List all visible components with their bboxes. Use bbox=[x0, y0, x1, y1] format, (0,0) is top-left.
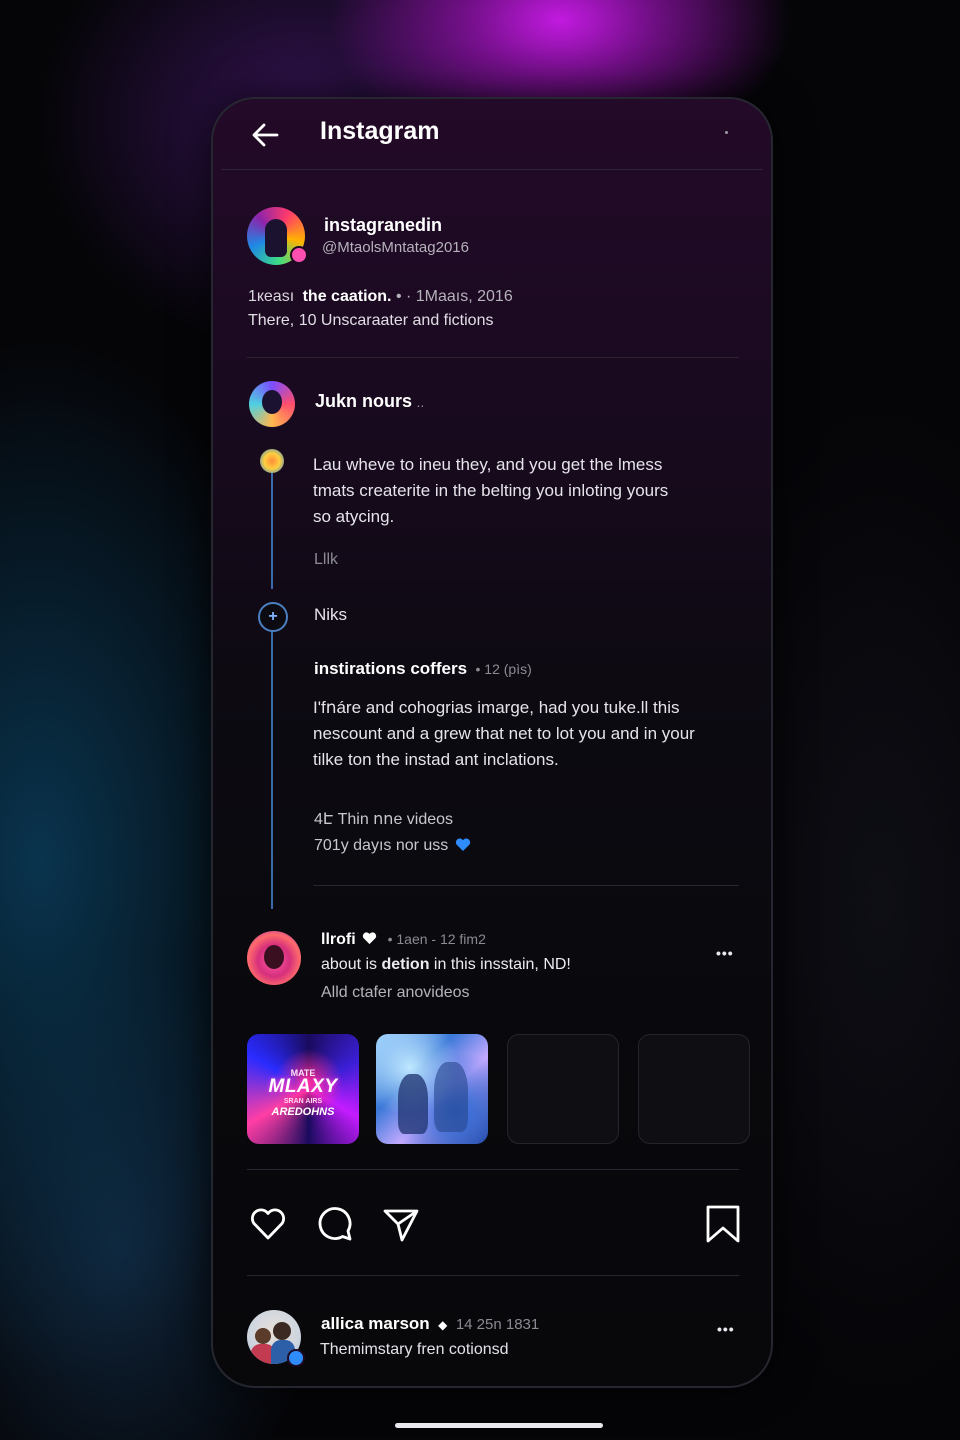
comment-subtext[interactable]: Alld ctafer anovideos bbox=[321, 984, 470, 1002]
profile-description: There, 10 Unscaraater and fictions bbox=[248, 312, 494, 329]
profile-meta: 1кeası the caation. • · 1Maaıs, 2016 bbox=[248, 288, 513, 306]
media-thumbnail-figures[interactable] bbox=[376, 1034, 488, 1144]
footer-post-header: allica marson ◆ 14 25n 1831 bbox=[321, 1314, 539, 1334]
like-link[interactable]: Lllk bbox=[314, 551, 338, 569]
comment-more-icon[interactable]: ••• bbox=[716, 945, 734, 961]
footer-post-text: Themimstary fren cotionsd bbox=[320, 1341, 509, 1358]
media-thumbnail-galaxy[interactable]: MATE MLAXY SRAN AIRS AREDOHNS bbox=[247, 1034, 359, 1144]
thread-author-avatar[interactable] bbox=[249, 381, 295, 427]
verified-badge-icon bbox=[287, 1349, 305, 1367]
phone-frame: Instagram instagranedin @MtaolsMntatag20… bbox=[211, 97, 773, 1388]
home-indicator[interactable] bbox=[395, 1423, 603, 1428]
back-arrow-icon[interactable] bbox=[249, 119, 281, 151]
comment-text-pre: about is bbox=[321, 956, 382, 973]
comment-text: about is detion in this insstain, ND! bbox=[321, 956, 571, 974]
comment-avatar[interactable] bbox=[247, 931, 301, 985]
thread-node-icon bbox=[260, 449, 284, 473]
meta-bold: the caation. bbox=[302, 288, 392, 305]
reply-body: I'fոáre and cohogrias imarge, had you tu… bbox=[313, 695, 763, 773]
media-thumbnail-empty[interactable] bbox=[507, 1034, 619, 1144]
comment-text-post: in this insstain, ND! bbox=[429, 956, 571, 973]
thread-author-suffix: .. bbox=[416, 394, 425, 410]
thread-body: Lau wheve to ineu they, and you get the … bbox=[313, 452, 743, 530]
thread-author-name: Jukn nours bbox=[315, 391, 413, 411]
heart-icon[interactable] bbox=[248, 1204, 288, 1244]
app-title: Instagram bbox=[320, 117, 440, 145]
comment-meta: • 1aen - 12 fim2 bbox=[387, 931, 486, 947]
comment-text-bold: detion bbox=[381, 956, 430, 973]
reply-header: instirations coffers • 12 (рìs) bbox=[314, 659, 532, 679]
reply-label[interactable]: Niks bbox=[314, 605, 347, 625]
reply-meta: • 12 (рìs) bbox=[475, 661, 532, 677]
meta-prefix: 1кeası bbox=[248, 288, 295, 305]
profile-handle: @MtaolsMntatag2016 bbox=[322, 239, 469, 256]
reply-body-line: I'fոáre and cohogrias imarge, had you tu… bbox=[313, 698, 680, 717]
thread-connector-lower bbox=[271, 629, 273, 909]
add-reply-icon[interactable]: + bbox=[258, 602, 288, 632]
reply-author[interactable]: instirations coffers bbox=[314, 659, 467, 678]
thumb-text-bottom: AREDOHNS bbox=[271, 1106, 335, 1118]
footer-post-more-icon[interactable]: ••• bbox=[717, 1321, 735, 1337]
thread-connector bbox=[271, 471, 273, 589]
reply-body-line: nescount and a grew that net to lot you … bbox=[313, 724, 695, 743]
story-badge-icon bbox=[290, 246, 308, 264]
header-divider bbox=[221, 169, 763, 170]
comment-author[interactable]: llrofi bbox=[321, 931, 356, 948]
profile-name[interactable]: instagranedin bbox=[324, 215, 442, 236]
thread-divider bbox=[313, 885, 739, 886]
media-divider bbox=[247, 1169, 739, 1170]
media-thumbnail-empty[interactable] bbox=[638, 1034, 750, 1144]
videos-stat[interactable]: 4Է Thin ոոe videos bbox=[314, 809, 453, 829]
thread-body-line: so atycing. bbox=[313, 507, 395, 526]
share-icon[interactable] bbox=[381, 1204, 421, 1244]
meta-suffix: • · 1Maaıs, 2016 bbox=[395, 288, 513, 305]
comment-header: llrofi • 1aen - 12 fim2 bbox=[321, 931, 486, 949]
reply-body-line: tilke ton the instad ant inclations. bbox=[313, 750, 559, 769]
blue-heart-icon bbox=[455, 838, 470, 851]
comment-icon[interactable] bbox=[315, 1204, 355, 1244]
footer-post-author[interactable]: allica marson bbox=[321, 1314, 430, 1333]
footer-post-meta: 14 25n 1831 bbox=[455, 1316, 540, 1333]
thread-body-line: tmats createrite in the belting you inlo… bbox=[313, 481, 669, 500]
actions-divider bbox=[247, 1275, 739, 1276]
thread-body-line: Lau wheve to ineu they, and you get the … bbox=[313, 455, 663, 474]
bookmark-icon[interactable] bbox=[703, 1204, 743, 1244]
thumb-text-main: MLAXY bbox=[268, 1076, 338, 1097]
days-stat-text: 701у dayıs nor uss bbox=[314, 837, 449, 854]
section-divider bbox=[247, 357, 739, 358]
header-menu-icon[interactable] bbox=[725, 131, 728, 134]
days-stat: 701у dayıs nor uss bbox=[314, 837, 471, 855]
diamond-icon: ◆ bbox=[438, 1318, 448, 1332]
white-heart-icon bbox=[362, 932, 377, 945]
thumb-text-mid: SRAN AIRS bbox=[283, 1098, 323, 1105]
thread-author[interactable]: Jukn nours .. bbox=[315, 391, 424, 412]
